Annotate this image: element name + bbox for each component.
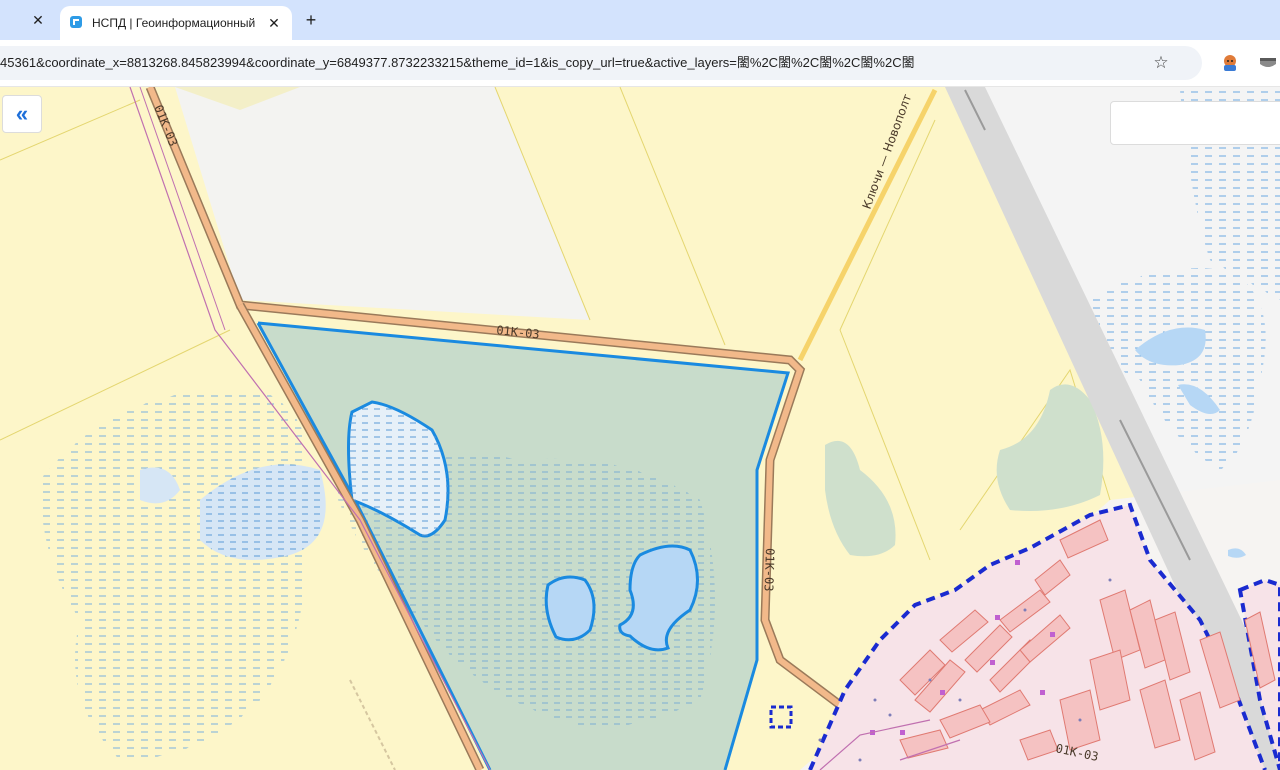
collapse-panel-button[interactable]: « <box>2 95 42 133</box>
tab-title: НСПД | Геоинформационный <box>92 16 256 30</box>
url-text[interactable]: 45361&coordinate_x=8813268.845823994&coo… <box>0 54 915 72</box>
close-tab-button[interactable]: ✕ <box>264 13 284 33</box>
extension-avatar-icon[interactable] <box>1219 52 1241 74</box>
map-search-input[interactable] <box>1110 101 1280 145</box>
close-previous-tab-button[interactable]: ✕ <box>28 10 48 30</box>
extension-icon[interactable] <box>1256 52 1280 74</box>
lake-small[interactable] <box>544 575 596 642</box>
map-canvas[interactable]: 01К-03 01К-03 01К-03 01К-03 Ключи — Ново… <box>0 87 1280 770</box>
road-label-3: 01К-03 <box>761 548 777 592</box>
active-tab[interactable]: НСПД | Геоинформационный ✕ <box>60 6 292 40</box>
map-layer[interactable]: 01К-03 01К-03 01К-03 01К-03 Ключи — Ново… <box>0 87 1280 770</box>
address-bar[interactable]: 45361&coordinate_x=8813268.845823994&coo… <box>0 46 1202 80</box>
new-tab-button[interactable]: + <box>300 9 322 31</box>
tab-bar: ✕ НСПД | Геоинформационный ✕ + <box>0 0 1280 40</box>
bookmark-star-icon[interactable]: ☆ <box>1150 52 1172 74</box>
browser-toolbar: 45361&coordinate_x=8813268.845823994&coo… <box>0 40 1280 87</box>
nspd-favicon-icon <box>70 16 82 28</box>
